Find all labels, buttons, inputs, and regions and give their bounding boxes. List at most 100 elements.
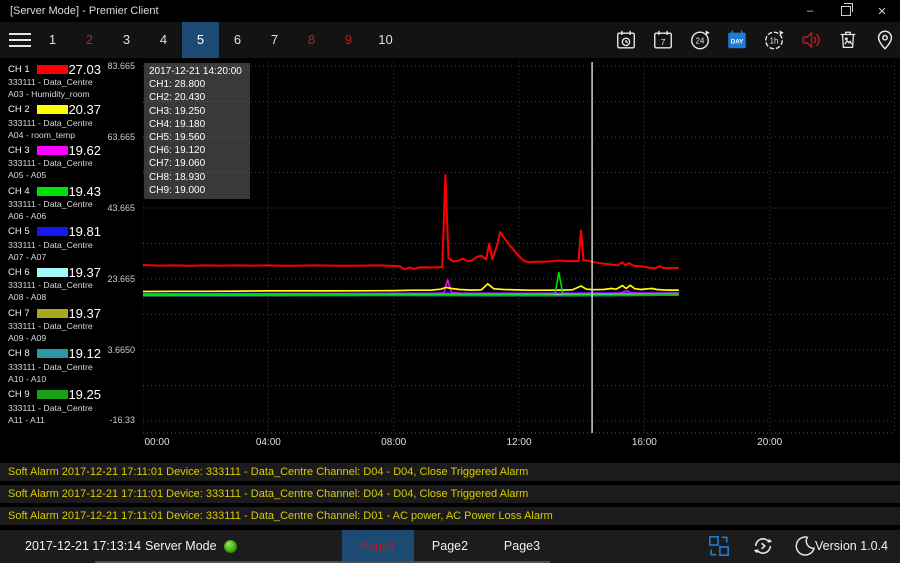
connection-status-indicator — [224, 540, 237, 553]
status-timestamp: 2017-12-21 17:13:14 — [25, 530, 141, 563]
channel-name: CH 1 — [8, 64, 35, 75]
channel-color-swatch — [37, 187, 68, 196]
tooltip-timestamp: 2017-12-21 14:20:00 — [149, 65, 245, 78]
tooltip-channel-value: CH7: 19.060 — [149, 157, 245, 170]
restore-button[interactable] — [828, 0, 864, 22]
toolbar-page-10[interactable]: 10 — [367, 22, 404, 58]
channel-item[interactable]: CH 419.43333111 - Data_CentreA06 - A06 — [0, 182, 104, 223]
toolbar: 12345678910 7 24 DAY 1h — [0, 22, 900, 58]
channel-color-swatch — [37, 309, 68, 318]
channel-device: 333111 - Data_Centre — [8, 361, 104, 373]
channel-color-swatch — [37, 65, 68, 74]
channel-item[interactable]: CH 619.37333111 - Data_CentreA08 - A08 — [0, 263, 104, 304]
y-tick-label: 63.665 — [107, 132, 135, 142]
channel-name: CH 3 — [8, 145, 35, 156]
channel-device: 333111 - Data_Centre — [8, 117, 104, 129]
channel-color-swatch — [37, 146, 68, 155]
channel-item[interactable]: CH 519.81333111 - Data_CentreA07 - A07 — [0, 223, 104, 264]
calendar-event-icon[interactable] — [615, 29, 637, 51]
svg-text:1h: 1h — [770, 37, 779, 46]
day-range-icon[interactable]: DAY — [726, 29, 748, 51]
title-bar: [Server Mode] - Premier Client – ✕ — [0, 0, 900, 22]
channel-item[interactable]: CH 319.62333111 - Data_CentreA05 - A05 — [0, 141, 104, 182]
channel-point: A08 - A08 — [8, 291, 104, 303]
channel-point: A10 - A10 — [8, 373, 104, 385]
night-mode-icon[interactable] — [794, 535, 816, 557]
x-tick-label: 12:00 — [506, 437, 531, 448]
x-tick-label: 00:00 — [144, 437, 169, 448]
toolbar-page-8[interactable]: 8 — [293, 22, 330, 58]
channel-point: A11 - A11 — [8, 414, 104, 426]
hour-1-icon[interactable]: 1h — [763, 29, 785, 51]
chart-canvas[interactable]: 00:0004:0008:0012:0016:0020:00 — [143, 58, 895, 462]
location-icon[interactable] — [874, 29, 896, 51]
status-bar: 2017-12-21 17:13:14 Server Mode Page1Pag… — [0, 530, 900, 563]
tooltip-channel-value: CH8: 18.930 — [149, 171, 245, 184]
channel-device: 333111 - Data_Centre — [8, 239, 104, 251]
x-tick-label: 20:00 — [757, 437, 782, 448]
channel-name: CH 9 — [8, 389, 35, 400]
alarm-message[interactable]: Soft Alarm 2017-12-21 17:11:01 Device: 3… — [0, 485, 900, 503]
menu-button[interactable] — [8, 22, 34, 58]
channel-point: A09 - A09 — [8, 332, 104, 344]
channel-color-swatch — [37, 268, 68, 277]
toolbar-page-3[interactable]: 3 — [108, 22, 145, 58]
tooltip-channel-value: CH4: 19.180 — [149, 118, 245, 131]
channel-point: A04 - room_temp — [8, 129, 104, 141]
channel-item[interactable]: CH 819.12333111 - Data_CentreA10 - A10 — [0, 345, 104, 386]
bottom-tab-page3[interactable]: Page3 — [486, 530, 558, 563]
close-button[interactable]: ✕ — [864, 0, 900, 22]
toolbar-page-7[interactable]: 7 — [256, 22, 293, 58]
alarm-message[interactable]: Soft Alarm 2017-12-21 17:11:01 Device: 3… — [0, 463, 900, 481]
bottom-page-tabs: Page1Page2Page3 — [342, 530, 558, 563]
calendar-week-icon[interactable]: 7 — [652, 29, 674, 51]
channel-name: CH 4 — [8, 186, 35, 197]
x-tick-label: 16:00 — [632, 437, 657, 448]
main-area: CH 127.03333111 - Data_CentreA03 - Humid… — [0, 58, 900, 462]
channel-item[interactable]: CH 220.37333111 - Data_CentreA04 - room_… — [0, 101, 104, 142]
minimize-button[interactable]: – — [792, 0, 828, 22]
bottom-tab-page2[interactable]: Page2 — [414, 530, 486, 563]
alarm-message[interactable]: Soft Alarm 2017-12-21 17:11:01 Device: 3… — [0, 507, 900, 525]
channel-point: A05 - A05 — [8, 169, 104, 181]
toolbar-page-2[interactable]: 2 — [71, 22, 108, 58]
channel-point: A03 - Humidity_room — [8, 88, 104, 100]
channel-color-swatch — [37, 227, 68, 236]
hours-24-icon[interactable]: 24 — [689, 29, 711, 51]
window-title: [Server Mode] - Premier Client — [10, 0, 159, 22]
toolbar-page-5[interactable]: 5 — [182, 22, 219, 58]
sync-icon[interactable] — [752, 535, 774, 557]
toolbar-page-4[interactable]: 4 — [145, 22, 182, 58]
toolbar-page-9[interactable]: 9 — [330, 22, 367, 58]
channel-name: CH 7 — [8, 308, 35, 319]
layout-switch-icon[interactable] — [708, 535, 730, 557]
window-controls: – ✕ — [792, 0, 900, 22]
channel-device: 333111 - Data_Centre — [8, 279, 104, 291]
svg-text:7: 7 — [661, 37, 666, 47]
channel-item[interactable]: CH 919.25333111 - Data_CentreA11 - A11 — [0, 386, 104, 427]
channel-name: CH 6 — [8, 267, 35, 278]
toolbar-page-6[interactable]: 6 — [219, 22, 256, 58]
channel-device: 333111 - Data_Centre — [8, 198, 104, 210]
toolbar-page-1[interactable]: 1 — [34, 22, 71, 58]
y-tick-label: -16.33 — [109, 415, 135, 425]
channel-color-swatch — [37, 390, 68, 399]
y-axis-labels: 83.66563.66543.66523.6653.6650-16.33 — [96, 58, 138, 462]
tooltip-channel-value: CH1: 28.800 — [149, 78, 245, 91]
event-bin-icon[interactable] — [837, 29, 859, 51]
bottom-tab-page1[interactable]: Page1 — [342, 530, 414, 563]
y-tick-label: 43.665 — [107, 203, 135, 213]
alarm-sound-icon[interactable] — [800, 29, 822, 51]
channel-name: CH 5 — [8, 226, 35, 237]
channel-name: CH 2 — [8, 104, 35, 115]
trend-chart[interactable]: 00:0004:0008:0012:0016:0020:00 2017-12-2… — [143, 58, 895, 462]
restore-icon — [841, 6, 851, 16]
channel-list: CH 127.03333111 - Data_CentreA03 - Humid… — [0, 60, 104, 426]
version-label: Version 1.0.4 — [815, 530, 888, 563]
toolbar-icons: 7 24 DAY 1h — [615, 29, 896, 51]
channel-item[interactable]: CH 127.03333111 - Data_CentreA03 - Humid… — [0, 60, 104, 101]
y-tick-label: 83.665 — [107, 61, 135, 71]
tooltip-channel-value: CH5: 19.560 — [149, 131, 245, 144]
hamburger-icon — [9, 33, 31, 35]
channel-item[interactable]: CH 719.37333111 - Data_CentreA09 - A09 — [0, 304, 104, 345]
